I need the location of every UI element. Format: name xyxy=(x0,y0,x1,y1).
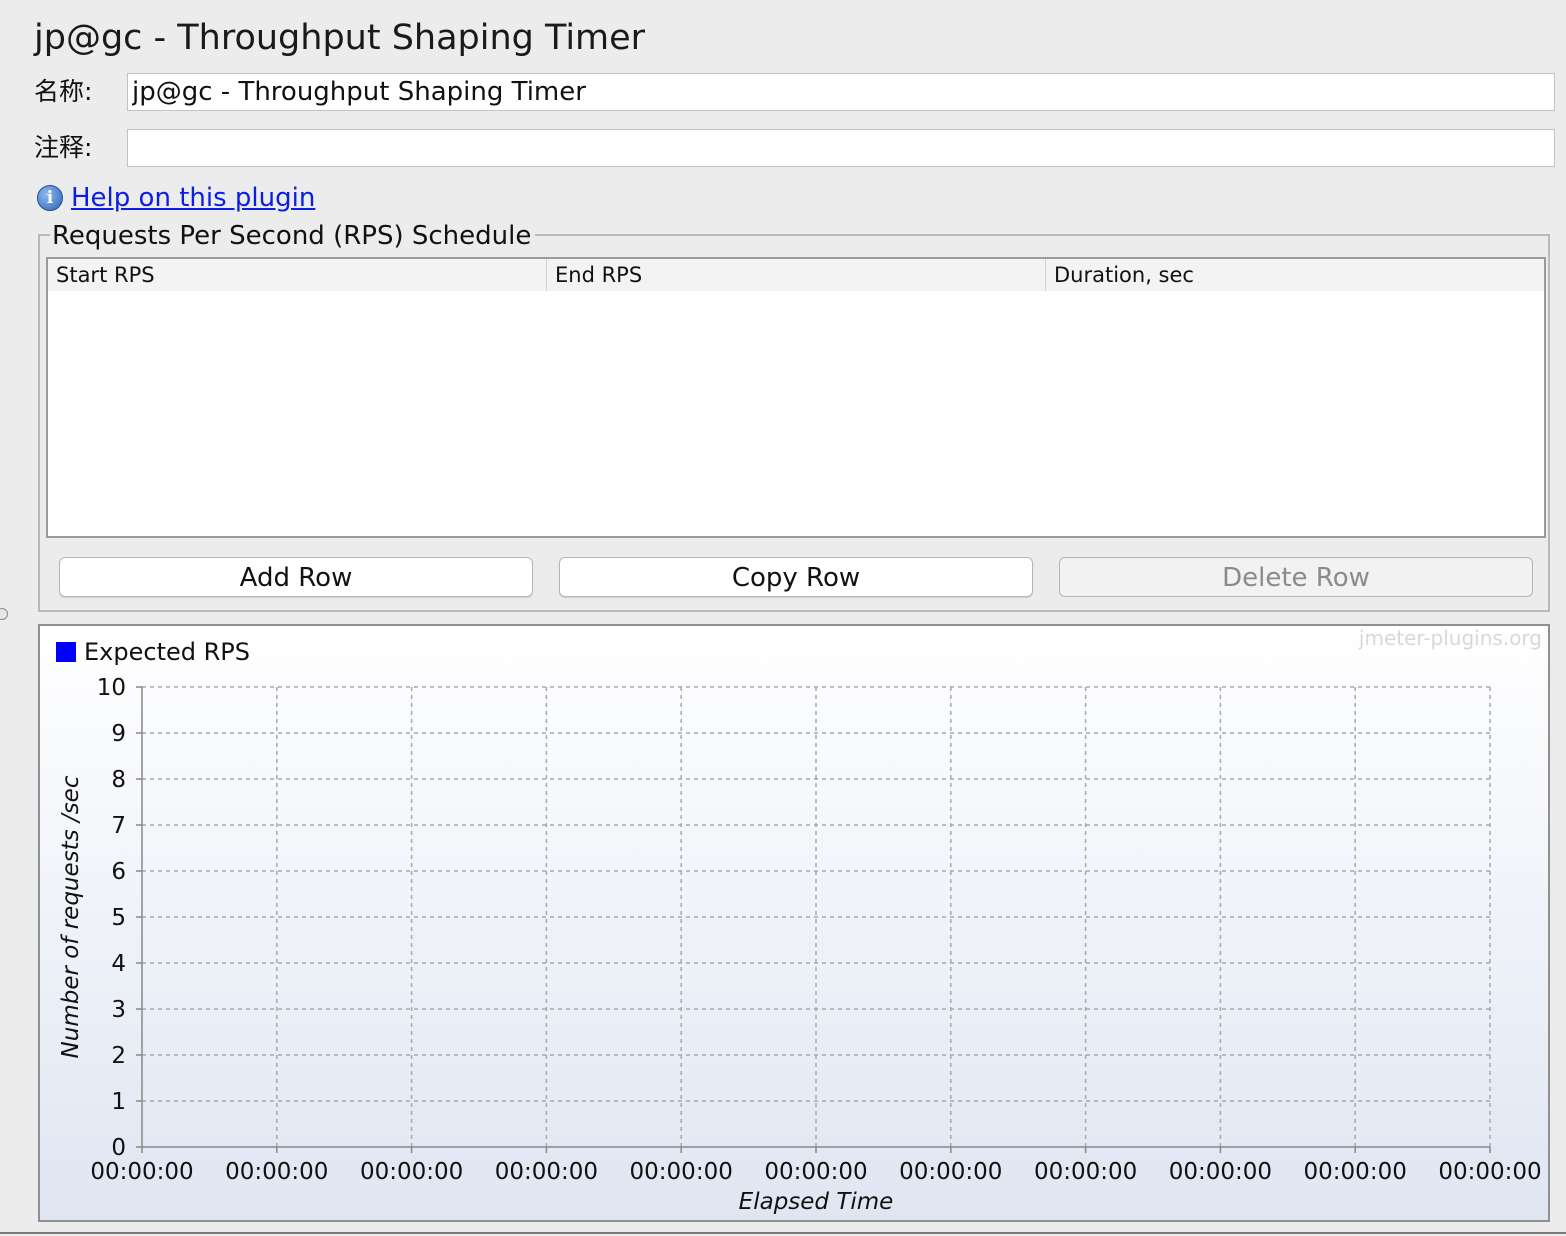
y-tick-label: 7 xyxy=(111,813,126,839)
comment-field[interactable] xyxy=(127,129,1555,167)
y-axis-label: Number of requests /sec xyxy=(58,775,84,1058)
x-tick-label: 00:00:00 xyxy=(764,1159,867,1185)
x-tick-label: 00:00:00 xyxy=(90,1159,193,1185)
splitter-handle[interactable] xyxy=(0,608,8,620)
column-header-duration[interactable]: Duration, sec xyxy=(1046,259,1544,291)
x-axis-label: Elapsed Time xyxy=(739,1189,894,1215)
bottom-border xyxy=(0,1232,1566,1234)
help-row: i Help on this plugin xyxy=(37,180,315,216)
add-row-button[interactable]: Add Row xyxy=(59,557,533,597)
chart-plot: 0 1 2 3 4 5 6 7 8 9 10 00:00:00 00:00:00 00:00:00 00:0… xyxy=(58,675,1542,1215)
x-tick-label: 00:00:00 xyxy=(1034,1159,1137,1185)
rps-schedule-title: Requests Per Second (RPS) Schedule xyxy=(50,219,536,253)
column-header-end-rps[interactable]: End RPS xyxy=(547,259,1046,291)
y-tick-label: 5 xyxy=(111,905,126,931)
y-tick-label: 1 xyxy=(111,1089,126,1115)
y-tick-label: 2 xyxy=(111,1043,126,1069)
x-tick-label: 00:00:00 xyxy=(495,1159,598,1185)
delete-row-button[interactable]: Delete Row xyxy=(1059,557,1533,597)
info-icon: i xyxy=(37,185,63,211)
x-tick-label: 00:00:00 xyxy=(1304,1159,1407,1185)
help-link[interactable]: Help on this plugin xyxy=(71,183,315,213)
rps-schedule-table[interactable]: Start RPS End RPS Duration, sec xyxy=(46,257,1546,538)
x-tick-label: 00:00:00 xyxy=(630,1159,733,1185)
y-tick-label: 10 xyxy=(97,675,126,701)
column-header-start-rps[interactable]: Start RPS xyxy=(48,259,547,291)
table-header: Start RPS End RPS Duration, sec xyxy=(48,259,1544,291)
y-tick-label: 9 xyxy=(111,721,126,747)
comment-label: 注释: xyxy=(34,133,93,162)
y-tick-label: 0 xyxy=(111,1135,126,1161)
x-tick-label: 00:00:00 xyxy=(1438,1159,1541,1185)
y-tick-label: 6 xyxy=(111,859,126,885)
y-tick-label: 8 xyxy=(111,767,126,793)
y-tick-label: 4 xyxy=(111,951,126,977)
x-tick-label: 00:00:00 xyxy=(360,1159,463,1185)
name-field[interactable] xyxy=(127,73,1555,111)
rps-chart: jmeter-plugins.org Expected RPS 01234567… xyxy=(38,624,1550,1222)
x-tick-label: 00:00:00 xyxy=(899,1159,1002,1185)
copy-row-button[interactable]: Copy Row xyxy=(559,557,1033,597)
y-tick-label: 3 xyxy=(111,997,126,1023)
x-tick-label: 00:00:00 xyxy=(1169,1159,1272,1185)
x-tick-label: 00:00:00 xyxy=(225,1159,328,1185)
name-label: 名称: xyxy=(34,77,93,106)
window-title: jp@gc - Throughput Shaping Timer xyxy=(34,18,646,58)
